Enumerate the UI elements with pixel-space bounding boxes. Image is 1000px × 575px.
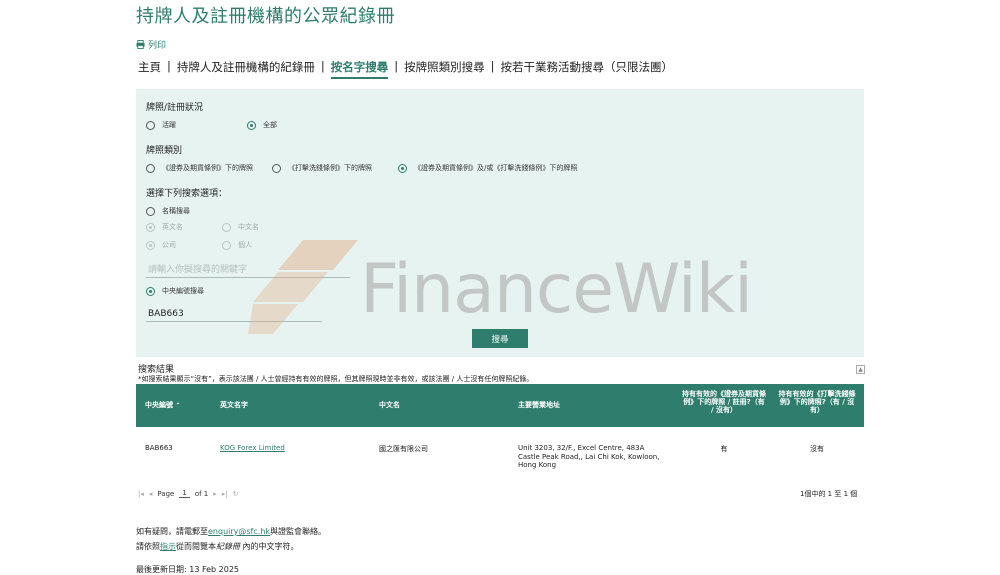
license-option-both[interactable]: 《證券及期貨條例》及/或《打擊洗錢條例》下的牌照 — [398, 163, 577, 173]
nav-separator: | — [394, 59, 399, 73]
cell-address: Unit 3203, 32/F., Excel Centre, 483A Cas… — [518, 444, 660, 469]
footer-guide: 請依照指示從而閱覽本紀錄冊 內的中文字符。 — [136, 542, 299, 551]
keyword-input[interactable] — [146, 263, 350, 278]
nav-by-name[interactable]: 按名字搜尋 — [330, 59, 389, 79]
last-page-icon[interactable]: ▸| — [222, 490, 228, 498]
cell-zh-name: 國之匯有限公司 — [379, 445, 428, 453]
radio-icon[interactable] — [247, 120, 256, 130]
page-label: Page — [157, 489, 175, 498]
refresh-icon[interactable]: ↻ — [233, 490, 239, 498]
result-count: 1個中的 1 至 1 個 — [800, 490, 858, 498]
last-updated: 最後更新日期: 13 Feb 2025 — [136, 565, 240, 574]
radio-icon[interactable] — [222, 240, 231, 250]
printer-icon — [136, 40, 145, 49]
status-option-all[interactable]: 全部 — [247, 120, 277, 130]
radio-icon[interactable] — [146, 222, 155, 232]
collapse-icon[interactable]: ▲ — [856, 365, 865, 374]
company-option[interactable]: 公司 — [146, 240, 176, 250]
english-name-option[interactable]: 英文名 — [146, 222, 183, 232]
name-search-option[interactable]: 名稱搜尋 — [146, 206, 190, 216]
results-table-header: 中央編號 ⌃ 英文名字 中文名 主要營業地址 持有有效的《證券及期貨條例》下的牌… — [136, 384, 864, 427]
radio-icon[interactable] — [398, 163, 407, 173]
pager: |◂ ◂ Page 1 of 1 ▸ ▸| ↻ — [138, 489, 239, 498]
guide-link[interactable]: 指示 — [160, 542, 176, 551]
nav-separator: | — [320, 59, 325, 73]
nav-by-type[interactable]: 按牌照類別搜尋 — [404, 59, 485, 79]
radio-icon[interactable] — [272, 163, 281, 173]
radio-icon[interactable] — [222, 222, 231, 232]
print-label: 列印 — [148, 41, 167, 51]
radio-icon[interactable] — [146, 206, 155, 216]
cell-sfo: 有 — [720, 445, 728, 453]
radio-icon[interactable] — [146, 163, 155, 173]
radio-icon[interactable] — [146, 240, 155, 250]
ce-search-option[interactable]: 中央編號搜尋 — [146, 286, 204, 296]
search-option-label: 選擇下列搜索選項： — [146, 189, 228, 199]
nav-separator: | — [490, 59, 495, 73]
radio-icon[interactable] — [146, 120, 155, 130]
nav-register[interactable]: 持牌人及註冊機構的紀錄冊 — [177, 59, 315, 79]
col-sfo[interactable]: 持有有效的《證券及期貨條例》下的牌照 / 註冊?（有 / 沒有） — [682, 390, 766, 414]
table-row: BAB663 KOG Forex Limited 國之匯有限公司 Unit 32… — [136, 427, 864, 479]
cell-amlo: 沒有 — [810, 445, 824, 453]
enquiry-email-link[interactable]: enquiry@sfc.hk — [208, 527, 270, 536]
license-type-label: 牌照類別 — [146, 146, 183, 156]
breadcrumb-nav: 主頁 | 持牌人及註冊機構的紀錄冊 | 按名字搜尋 | 按牌照類別搜尋 | 按若… — [138, 59, 673, 79]
col-address[interactable]: 主要營業地址 — [518, 400, 560, 410]
next-page-icon[interactable]: ▸ — [213, 490, 217, 498]
search-button[interactable]: 搜尋 — [472, 329, 528, 348]
prev-page-icon[interactable]: ◂ — [149, 490, 153, 498]
footer-enquiry: 如有疑問，請電郵至enquiry@sfc.hk與證監會聯絡。 — [136, 527, 327, 536]
individual-option[interactable]: 個人 — [222, 240, 252, 250]
license-option-sfo[interactable]: 《證券及期貨條例》下的牌照 — [146, 163, 253, 173]
nav-home[interactable]: 主頁 — [138, 59, 161, 79]
page-input[interactable]: 1 — [179, 489, 190, 498]
col-amlo[interactable]: 持有有效的《打擊洗錢條例》下的牌照?（有 / 沒有） — [776, 390, 858, 414]
nav-by-activity[interactable]: 按若干業務活動搜尋（只限法團） — [501, 59, 674, 79]
cell-ce: BAB663 — [145, 444, 173, 452]
status-option-active[interactable]: 活躍 — [146, 120, 176, 130]
sort-icon: ⌃ — [175, 402, 181, 409]
license-option-amlo[interactable]: 《打擊洗錢條例》下的牌照 — [272, 163, 372, 173]
results-note: *如搜索結果顯示“沒有”，表示該法團 / 人士曾經持有有效的牌照，但其牌照現時並… — [138, 375, 534, 383]
print-link[interactable]: 列印 — [136, 38, 166, 51]
ce-number-input[interactable] — [146, 307, 322, 322]
page-title: 持牌人及註冊機構的公眾紀錄冊 — [136, 6, 395, 27]
col-ce[interactable]: 中央編號 ⌃ — [145, 400, 180, 410]
page-total: of 1 — [194, 489, 209, 498]
cell-en-name-link[interactable]: KOG Forex Limited — [220, 444, 285, 452]
chinese-name-option[interactable]: 中文名 — [222, 222, 259, 232]
radio-icon[interactable] — [146, 286, 155, 296]
first-page-icon[interactable]: |◂ — [138, 490, 144, 498]
status-label: 牌照/註冊狀況 — [146, 103, 204, 113]
col-en-name[interactable]: 英文名字 — [220, 400, 248, 410]
col-zh-name[interactable]: 中文名 — [379, 400, 400, 410]
nav-separator: | — [167, 59, 171, 73]
